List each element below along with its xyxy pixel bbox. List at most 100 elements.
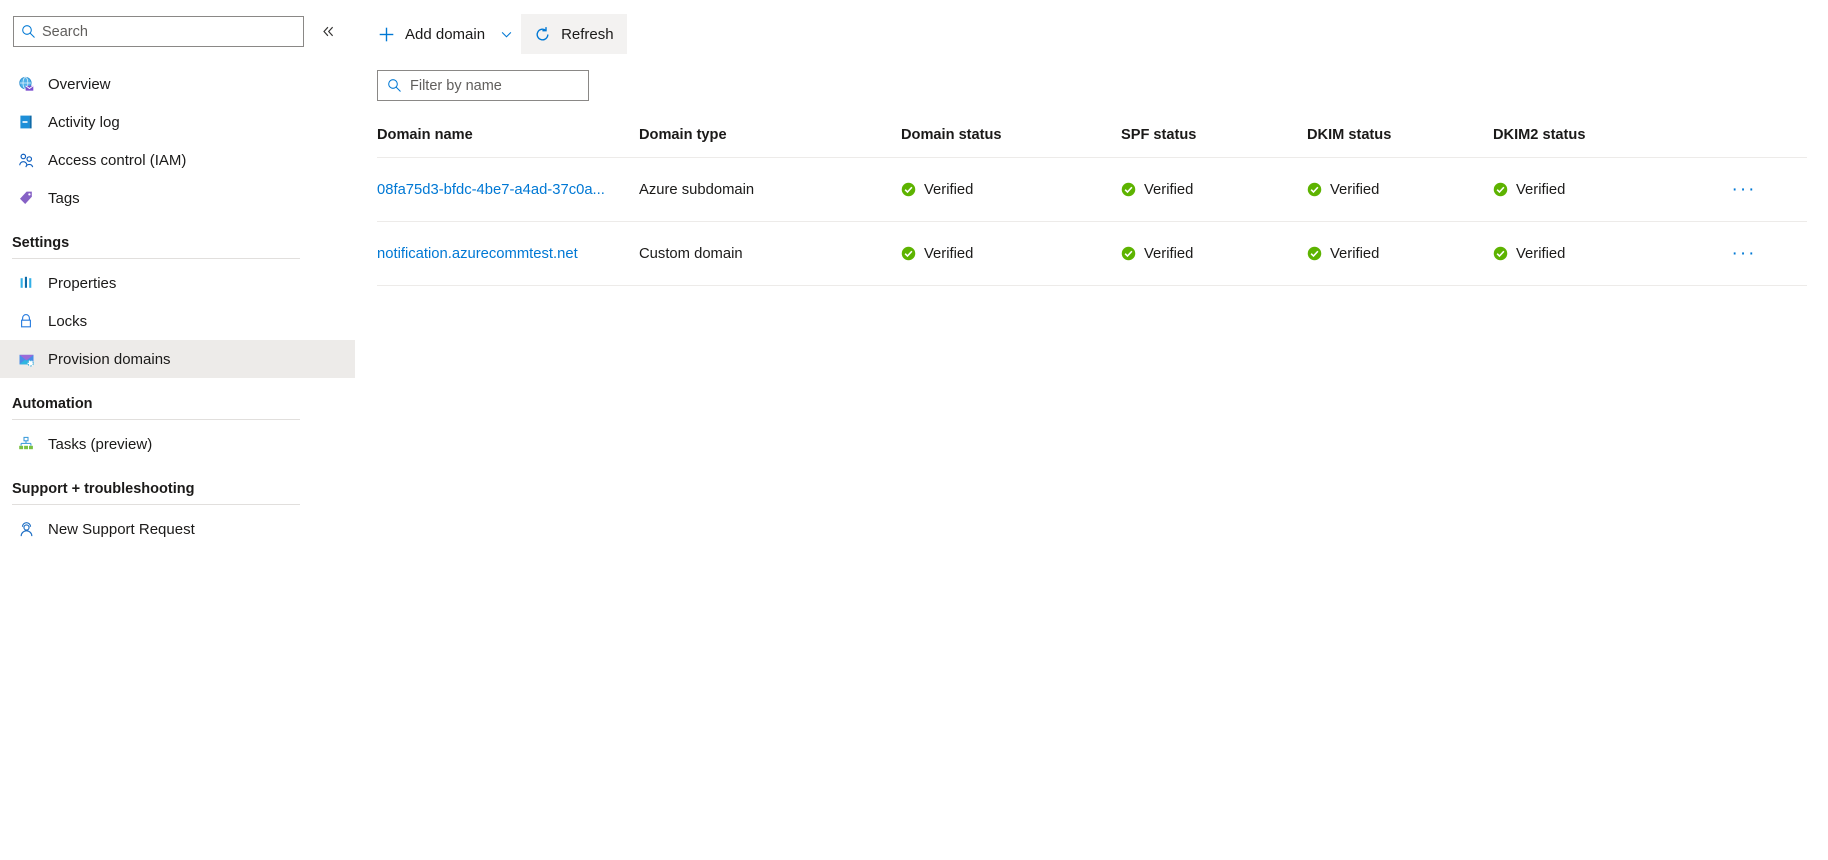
cell-dkim-status: Verified: [1307, 157, 1493, 222]
divider: [12, 258, 300, 259]
sidebar-item-label: Activity log: [48, 113, 120, 131]
portal-page: Overview Activity log Acc: [0, 0, 1828, 860]
add-domain-label: Add domain: [405, 25, 486, 43]
domains-table-container: Domain name Domain type Domain status SP…: [355, 127, 1828, 286]
sidebar-item-tasks[interactable]: Tasks (preview): [0, 425, 355, 463]
sidebar-item-new-support-request[interactable]: New Support Request: [0, 510, 355, 548]
cell-dkim-status: Verified: [1307, 221, 1493, 286]
search-icon: [14, 24, 42, 39]
cell-row-actions: ···: [1679, 157, 1807, 222]
status-badge: Verified: [924, 181, 974, 198]
sidebar-search-row: [0, 16, 355, 47]
search-icon: [378, 78, 410, 93]
sidebar-group-automation: Automation: [0, 378, 300, 420]
column-header-spf-status[interactable]: SPF status: [1121, 127, 1307, 158]
sidebar-group-support: Support + troubleshooting: [0, 463, 300, 505]
cell-spf-status: Verified: [1121, 157, 1307, 222]
sidebar-item-tags[interactable]: Tags: [0, 179, 355, 217]
status-badge: Verified: [1330, 245, 1380, 262]
cell-row-actions: ···: [1679, 221, 1807, 286]
column-header-actions: [1679, 127, 1807, 158]
activity-log-icon: [15, 112, 37, 132]
sidebar-item-provision-domains[interactable]: Provision domains: [0, 340, 355, 378]
table-row[interactable]: notification.azurecommtest.net Custom do…: [377, 221, 1807, 286]
sidebar-item-overview[interactable]: Overview: [0, 65, 355, 103]
status-badge: Verified: [1144, 245, 1194, 262]
cell-domain-name: notification.azurecommtest.net: [377, 221, 639, 286]
tags-icon: [15, 188, 37, 208]
status-badge: Verified: [1144, 181, 1194, 198]
verified-check-icon: [1121, 182, 1136, 197]
domain-name-link[interactable]: notification.azurecommtest.net: [377, 246, 578, 262]
resource-menu-sidebar: Overview Activity log Acc: [0, 0, 355, 860]
sidebar-group-title: Automation: [12, 396, 93, 412]
cell-domain-type: Azure subdomain: [639, 157, 901, 222]
add-domain-dropdown-button[interactable]: [498, 14, 521, 54]
cell-domain-name: 08fa75d3-bfdc-4be7-a4ad-37c0a...: [377, 157, 639, 222]
cell-domain-type: Custom domain: [639, 221, 901, 286]
filter-row: [355, 70, 1828, 101]
sidebar-item-activity-log[interactable]: Activity log: [0, 103, 355, 141]
chevron-down-icon: [501, 31, 512, 38]
sidebar-item-properties[interactable]: Properties: [0, 264, 355, 302]
cell-dkim2-status: Verified: [1493, 221, 1679, 286]
verified-check-icon: [901, 246, 916, 261]
sidebar-group-settings: Settings: [0, 217, 300, 259]
provision-domains-envelope-icon: [15, 349, 37, 369]
status-badge: Verified: [1516, 245, 1566, 262]
properties-bars-icon: [15, 273, 37, 293]
filter-input[interactable]: [410, 77, 597, 94]
verified-check-icon: [901, 182, 916, 197]
overview-email-globe-icon: [15, 74, 37, 94]
collapse-sidebar-button[interactable]: [314, 18, 342, 46]
verified-check-icon: [1493, 182, 1508, 197]
status-badge: Verified: [924, 245, 974, 262]
sidebar-search-box[interactable]: [13, 16, 304, 47]
domains-table: Domain name Domain type Domain status SP…: [377, 127, 1807, 286]
add-domain-button[interactable]: Add domain: [365, 14, 498, 54]
verified-check-icon: [1121, 246, 1136, 261]
sidebar-item-access-control[interactable]: Access control (IAM): [0, 141, 355, 179]
tasks-hierarchy-icon: [15, 434, 37, 454]
verified-check-icon: [1307, 246, 1322, 261]
filter-by-name-box[interactable]: [377, 70, 597, 101]
sidebar-item-label: Tasks (preview): [48, 435, 153, 453]
refresh-button[interactable]: Refresh: [521, 14, 627, 54]
search-input[interactable]: [42, 17, 303, 46]
main-content: Add domain Refresh Filter by name Domain…: [355, 0, 1828, 860]
refresh-icon: [534, 26, 551, 43]
table-row[interactable]: 08fa75d3-bfdc-4be7-a4ad-37c0a... Azure s…: [377, 157, 1807, 222]
cell-domain-status: Verified: [901, 157, 1121, 222]
sidebar-item-label: New Support Request: [48, 520, 195, 538]
row-context-menu-button[interactable]: ···: [1727, 241, 1761, 267]
cell-dkim2-status: Verified: [1493, 157, 1679, 222]
divider: [12, 419, 300, 420]
cell-spf-status: Verified: [1121, 221, 1307, 286]
status-badge: Verified: [1516, 181, 1566, 198]
collapse-chevrons-icon: [322, 26, 333, 37]
sidebar-item-label: Tags: [48, 189, 80, 207]
row-context-menu-button[interactable]: ···: [1727, 177, 1761, 203]
sidebar-item-label: Provision domains: [48, 350, 171, 368]
sidebar-group-title: Settings: [12, 235, 70, 251]
sidebar-item-label: Overview: [48, 75, 111, 93]
column-header-dkim2-status[interactable]: DKIM2 status: [1493, 127, 1679, 158]
support-person-icon: [15, 519, 37, 539]
column-header-domain-type[interactable]: Domain type: [639, 127, 901, 158]
plus-icon: [378, 26, 395, 43]
verified-check-icon: [1493, 246, 1508, 261]
refresh-label: Refresh: [561, 25, 614, 43]
domain-name-link[interactable]: 08fa75d3-bfdc-4be7-a4ad-37c0a...: [377, 182, 605, 198]
column-header-domain-status[interactable]: Domain status: [901, 127, 1121, 158]
sidebar-item-label: Properties: [48, 274, 117, 292]
sidebar-item-label: Locks: [48, 312, 88, 330]
command-bar: Add domain Refresh: [355, 14, 1828, 54]
access-control-people-icon: [15, 150, 37, 170]
column-header-dkim-status[interactable]: DKIM status: [1307, 127, 1493, 158]
status-badge: Verified: [1330, 181, 1380, 198]
sidebar-item-locks[interactable]: Locks: [0, 302, 355, 340]
column-header-domain-name[interactable]: Domain name: [377, 127, 639, 158]
cell-domain-status: Verified: [901, 221, 1121, 286]
table-header-row: Domain name Domain type Domain status SP…: [377, 127, 1807, 158]
divider: [12, 504, 300, 505]
